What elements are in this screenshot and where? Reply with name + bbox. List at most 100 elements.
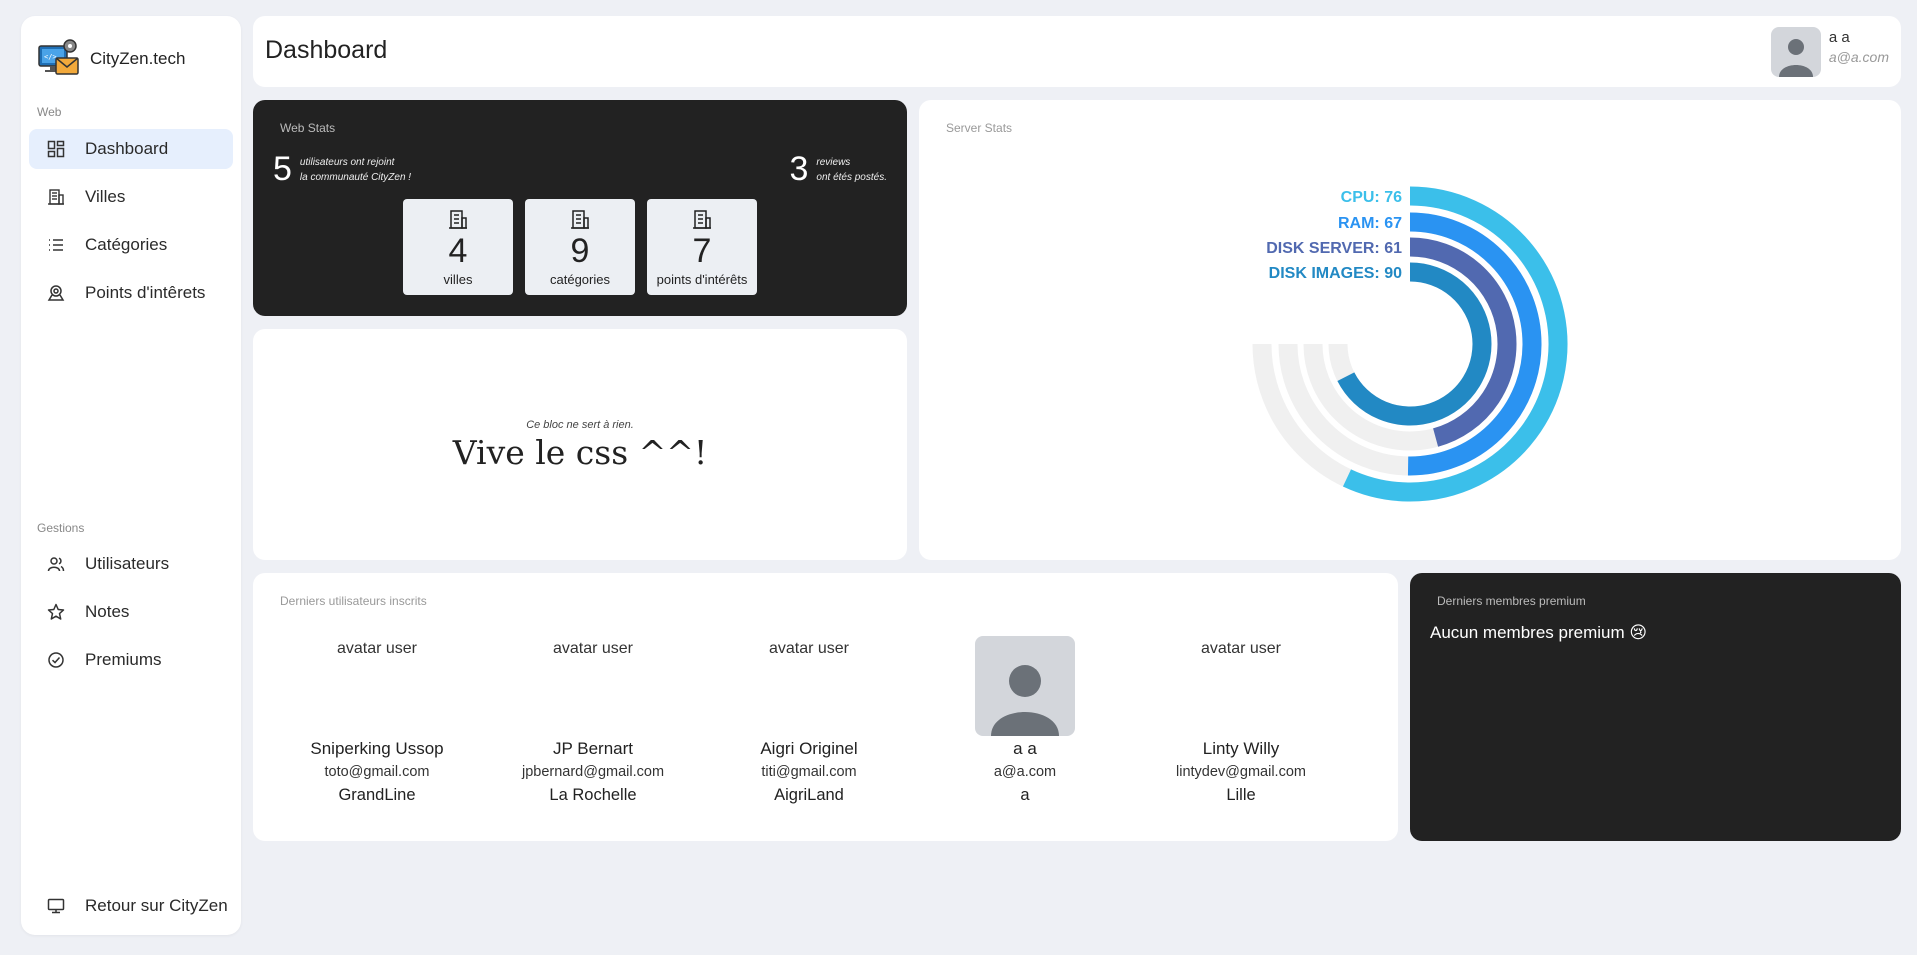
reviews-stat: 3 reviews ont étés postés. [789, 150, 887, 189]
tile-categories[interactable]: 9 catégories [525, 199, 635, 295]
back-to-cityzen-link[interactable]: Retour sur CityZen [29, 886, 233, 926]
radial-label: DISK IMAGES: 90 [1269, 265, 1402, 282]
users-text-line2: la communauté CityZen ! [299, 171, 412, 183]
sidebar-item-label: Catégories [85, 235, 168, 254]
tile-villes[interactable]: 4 villes [403, 199, 513, 295]
sidebar: </> CityZen.tech Web Dashboard Villes Ca… [21, 16, 241, 935]
tile-value: 4 [448, 232, 468, 270]
card-label: Web Stats [280, 121, 336, 135]
card-label: Derniers utilisateurs inscrits [280, 594, 427, 608]
reviews-count: 3 [789, 150, 809, 188]
reviews-text-line1: reviews [816, 156, 851, 168]
radial-label: RAM: 67 [1338, 215, 1402, 232]
user-name: JP Bernart [552, 739, 633, 758]
user-email: toto@gmail.com [324, 764, 430, 780]
users-count: 5 [273, 150, 292, 188]
users-text-line1: utilisateurs ont rejoint [299, 156, 395, 168]
monitor-icon [47, 898, 65, 914]
sidebar-item-utilisateurs[interactable]: Utilisateurs [29, 544, 233, 584]
sidebar-item-notes[interactable]: Notes [29, 592, 233, 632]
tile-label: points d'intérêts [656, 272, 748, 287]
server-stats-chart: CPU: 76 RAM: 67 DISK SERVER: 61 DISK IMAGES… [1252, 186, 1568, 502]
sidebar-item-points-interets[interactable]: Points d'intêrets [29, 273, 233, 313]
user-placeholder-icon [991, 665, 1059, 736]
user-card[interactable]: a a a@a.com a [917, 636, 1133, 805]
user-city: Lille [1226, 786, 1256, 804]
user-name: Sniperking Ussop [310, 739, 444, 758]
avatar-broken-image: avatar user [552, 640, 634, 657]
tile-value: 9 [570, 232, 590, 270]
avatar[interactable] [1770, 27, 1821, 77]
avatar-broken-image: avatar user [336, 640, 418, 657]
check-circle-icon [48, 652, 64, 668]
user-card[interactable]: avatar user Sniperking Ussop toto@gmail.… [269, 636, 485, 805]
building-icon [449, 210, 467, 229]
user-city: a [1020, 786, 1030, 804]
section-label-web: Web [37, 105, 62, 119]
sidebar-item-premiums[interactable]: Premiums [29, 640, 233, 680]
server-stats-card: Server Stats CPU: 76 RAM: 67 DISK SERVER: … [919, 100, 1901, 560]
radial-label: CPU: 76 [1341, 189, 1402, 206]
user-menu[interactable]: a a a@a.com [1770, 27, 1889, 77]
reviews-text-line2: ont étés postés. [816, 171, 887, 183]
building-icon [48, 189, 64, 205]
header: Dashboard a a a@a.com [253, 16, 1901, 87]
user-email: a@a.com [1828, 49, 1889, 65]
user-name: Aigri Originel [760, 739, 858, 758]
web-stats-card: Web Stats 5 utilisateurs ont rejoint la … [253, 100, 907, 316]
user-city: GrandLine [338, 786, 416, 804]
svg-text:</>: </> [44, 53, 57, 61]
page-title: Dashboard [265, 36, 388, 64]
users-icon [47, 557, 65, 572]
user-card[interactable]: avatar user Linty Willy lintydev@gmail.c… [1133, 636, 1349, 805]
user-card[interactable]: avatar user JP Bernart jpbernard@gmail.c… [485, 636, 701, 805]
user-email: a@a.com [993, 764, 1057, 780]
sidebar-item-label: Dashboard [85, 139, 169, 158]
user-name: a a [1013, 739, 1037, 758]
css-big-text: Vive le css ^^! [452, 433, 708, 472]
user-name: a a [1828, 29, 1850, 46]
brand-name: CityZen.tech [90, 49, 186, 68]
sidebar-item-dashboard[interactable]: Dashboard [29, 129, 233, 169]
logo-icon: </> [38, 39, 79, 75]
building-icon [693, 210, 711, 229]
avatar-broken-image: avatar user [768, 640, 850, 657]
user-city: AigriLand [774, 786, 844, 804]
sidebar-item-categories[interactable]: Catégories [29, 225, 233, 265]
sidebar-item-villes[interactable]: Villes [29, 177, 233, 217]
user-city: La Rochelle [549, 786, 637, 804]
sidebar-item-label: Premiums [85, 650, 162, 669]
users-stat: 5 utilisateurs ont rejoint la communauté… [273, 150, 411, 189]
section-label-gestions: Gestions [37, 521, 85, 535]
user-name: Linty Willy [1202, 739, 1280, 758]
tile-label: villes [443, 272, 473, 287]
user-email: titi@gmail.com [761, 764, 857, 780]
sidebar-item-label: Points d'intêrets [85, 283, 206, 302]
radial-label: DISK SERVER: 61 [1266, 240, 1402, 257]
user-placeholder-icon [1778, 39, 1813, 77]
user-email: jpbernard@gmail.com [521, 764, 665, 780]
avatar-broken-image: avatar user [1200, 640, 1282, 657]
css-small-text: Ce bloc ne sert à rien. [526, 419, 634, 431]
star-icon [47, 603, 65, 620]
sidebar-item-label: Notes [85, 602, 130, 621]
latest-users-card: Derniers utilisateurs inscrits avatar us… [253, 573, 1398, 841]
tile-points-interets[interactable]: 7 points d'intérêts [647, 199, 757, 295]
user-email: lintydev@gmail.com [1176, 764, 1306, 780]
list-icon [49, 239, 63, 251]
premium-members-card: Derniers membres premium Aucun membres p… [1410, 573, 1901, 841]
tile-label: catégories [550, 272, 610, 287]
dashboard-icon [47, 140, 65, 158]
radial-bar-disk-images[interactable] [1337, 262, 1492, 426]
map-pin-icon [47, 285, 65, 301]
building-icon [571, 210, 589, 229]
css-card: Ce bloc ne sert à rien. Vive le css ^^! [253, 329, 907, 560]
sidebar-item-label: Villes [85, 187, 126, 206]
user-card[interactable]: avatar user Aigri Originel titi@gmail.co… [701, 636, 917, 805]
tile-value: 7 [692, 232, 712, 270]
avatar [975, 636, 1075, 736]
back-label: Retour sur CityZen [85, 896, 228, 915]
brand[interactable]: </> CityZen.tech [36, 36, 185, 82]
sidebar-item-label: Utilisateurs [85, 554, 170, 573]
premium-empty-text: Aucun membres premium 😢 [1430, 623, 1648, 642]
